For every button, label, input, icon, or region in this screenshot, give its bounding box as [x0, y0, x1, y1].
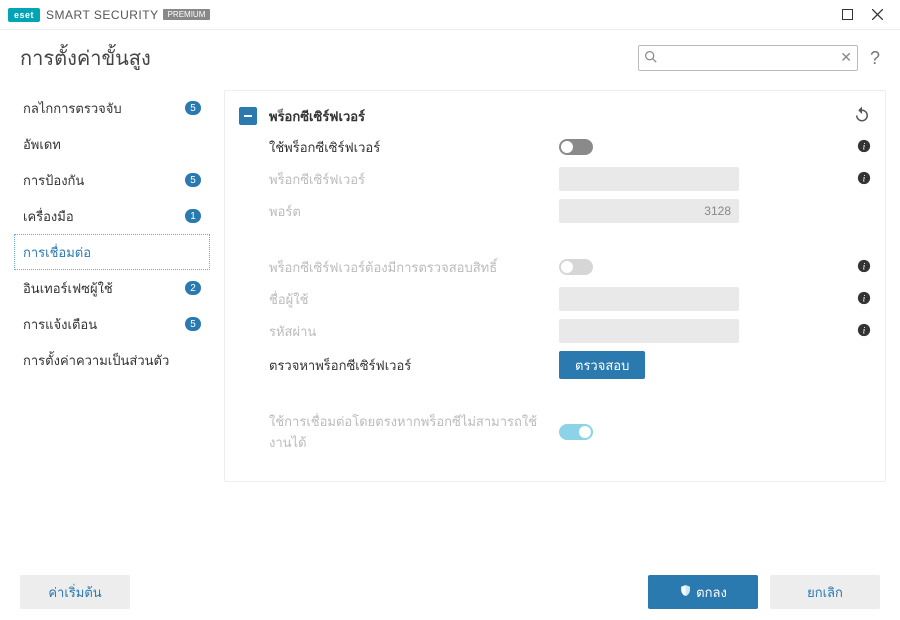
defaults-button[interactable]: ค่าเริ่มต้น: [20, 575, 130, 609]
window-maximize-button[interactable]: [832, 0, 862, 30]
info-icon[interactable]: i: [857, 139, 871, 156]
edition-badge: PREMIUM: [163, 9, 211, 20]
username-label: ชื่อผู้ใช้: [269, 289, 559, 310]
auth-required-label: พร็อกซีเซิร์ฟเวอร์ต้องมีการตรวจสอบสิทธิ์: [269, 257, 559, 278]
sidebar-item-label: อัพเดท: [23, 134, 201, 155]
password-input[interactable]: [559, 319, 739, 343]
port-input[interactable]: [559, 199, 739, 223]
revert-icon[interactable]: [853, 105, 871, 128]
info-icon[interactable]: i: [857, 323, 871, 340]
info-icon[interactable]: i: [857, 171, 871, 188]
search-box: ✕: [638, 45, 858, 71]
header: การตั้งค่าขั้นสูง ✕ ?: [0, 30, 900, 82]
sidebar: กลไกการตรวจจับ 5 อัพเดท การป้องกัน 5 เคร…: [0, 82, 220, 562]
sidebar-item-label: การแจ้งเตือน: [23, 314, 179, 335]
svg-text:i: i: [863, 293, 866, 304]
page-title: การตั้งค่าขั้นสูง: [20, 42, 151, 74]
sidebar-item-ui[interactable]: อินเทอร์เฟซผู้ใช้ 2: [14, 270, 210, 306]
sidebar-item-label: เครื่องมือ: [23, 206, 179, 227]
shield-icon: [679, 584, 692, 600]
search-input[interactable]: [638, 45, 858, 71]
sidebar-item-update[interactable]: อัพเดท: [14, 126, 210, 162]
sidebar-item-label: การตั้งค่าความเป็นส่วนตัว: [23, 350, 201, 371]
sidebar-item-protection[interactable]: การป้องกัน 5: [14, 162, 210, 198]
sidebar-item-tools[interactable]: เครื่องมือ 1: [14, 198, 210, 234]
auth-required-toggle[interactable]: [559, 259, 593, 275]
badge: 2: [185, 281, 201, 295]
footer: ค่าเริ่มต้น ตกลง ยกเลิก: [0, 564, 900, 620]
cancel-button[interactable]: ยกเลิก: [770, 575, 880, 609]
section-title: พร็อกซีเซิร์ฟเวอร์: [269, 106, 365, 127]
sidebar-item-privacy[interactable]: การตั้งค่าความเป็นส่วนตัว: [14, 342, 210, 378]
badge: 5: [185, 101, 201, 115]
badge: 5: [185, 173, 201, 187]
proxy-server-label: พร็อกซีเซิร์ฟเวอร์: [269, 169, 559, 190]
info-icon[interactable]: i: [857, 291, 871, 308]
sidebar-item-label: อินเทอร์เฟซผู้ใช้: [23, 278, 179, 299]
sidebar-item-label: กลไกการตรวจจับ: [23, 98, 179, 119]
use-proxy-label: ใช้พร็อกซีเซิร์ฟเวอร์: [269, 137, 559, 158]
search-icon: [644, 50, 657, 66]
detect-proxy-label: ตรวจหาพร็อกซีเซิร์ฟเวอร์: [269, 355, 559, 376]
sidebar-item-notifications[interactable]: การแจ้งเตือน 5: [14, 306, 210, 342]
svg-text:i: i: [863, 261, 866, 272]
proxy-panel: พร็อกซีเซิร์ฟเวอร์ ใช้พร็อกซีเซิร์ฟเวอร์…: [224, 90, 886, 482]
info-icon[interactable]: i: [857, 259, 871, 276]
sidebar-item-label: การป้องกัน: [23, 170, 179, 191]
sidebar-item-detection-engine[interactable]: กลไกการตรวจจับ 5: [14, 90, 210, 126]
use-proxy-toggle[interactable]: [559, 139, 593, 155]
window-close-button[interactable]: [862, 0, 892, 30]
svg-text:i: i: [863, 141, 866, 152]
ok-label: ตกลง: [696, 582, 727, 603]
port-label: พอร์ต: [269, 201, 559, 222]
sidebar-item-label: การเชื่อมต่อ: [23, 242, 201, 263]
direct-fallback-label: ใช้การเชื่อมต่อโดยตรงหากพร็อกซีไม่สามารถ…: [269, 411, 559, 453]
clear-search-icon[interactable]: ✕: [840, 49, 852, 66]
badge: 5: [185, 317, 201, 331]
badge: 1: [185, 209, 201, 223]
help-button[interactable]: ?: [870, 48, 880, 69]
product-name: SMART SECURITY: [46, 8, 159, 22]
titlebar: eset SMART SECURITY PREMIUM: [0, 0, 900, 30]
detect-button[interactable]: ตรวจสอบ: [559, 351, 645, 379]
logo-badge: eset: [8, 8, 40, 22]
username-input[interactable]: [559, 287, 739, 311]
svg-text:i: i: [863, 173, 866, 184]
svg-text:i: i: [863, 325, 866, 336]
sidebar-item-connection[interactable]: การเชื่อมต่อ: [14, 234, 210, 270]
direct-fallback-toggle[interactable]: [559, 424, 593, 440]
collapse-button[interactable]: [239, 107, 257, 125]
ok-button[interactable]: ตกลง: [648, 575, 758, 609]
password-label: รหัสผ่าน: [269, 321, 559, 342]
proxy-server-input[interactable]: [559, 167, 739, 191]
